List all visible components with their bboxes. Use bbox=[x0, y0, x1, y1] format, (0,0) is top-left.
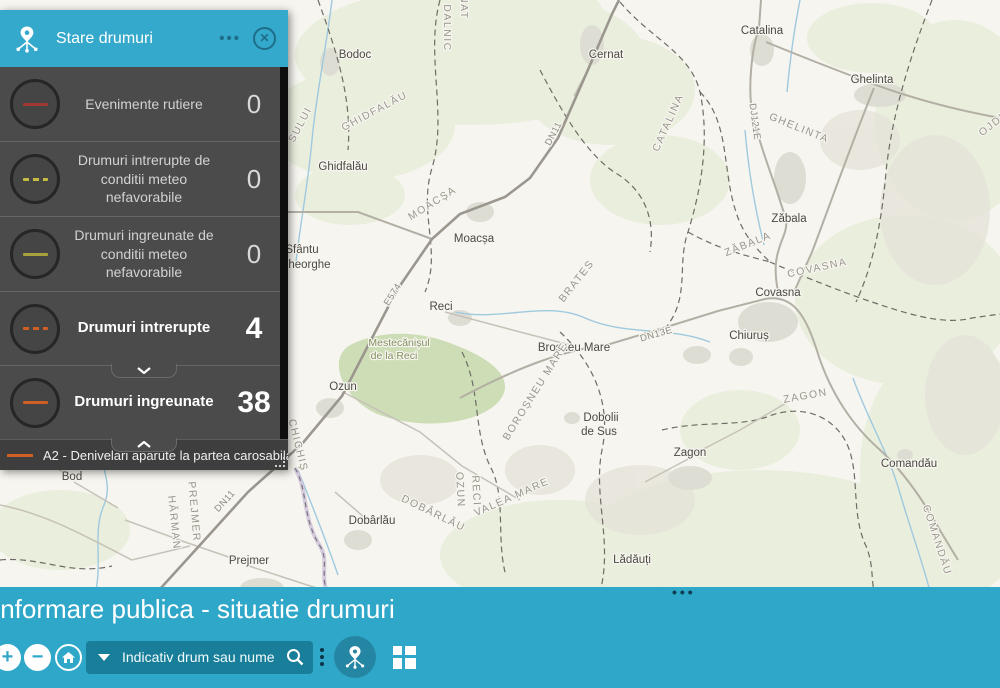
map-label: Bodoc bbox=[339, 49, 372, 61]
road-events-icon bbox=[10, 79, 60, 129]
list-item-drumuri-intrerupte[interactable]: Drumuri intrerupte 4 bbox=[0, 291, 288, 365]
app-title: Informare publica - situatie drumuri bbox=[0, 594, 395, 625]
roads-difficult-icon bbox=[10, 378, 60, 428]
map-label: Chiuruș bbox=[729, 330, 769, 342]
home-icon bbox=[61, 651, 76, 664]
item-count: 0 bbox=[228, 164, 288, 195]
road-network-pin-icon bbox=[12, 24, 42, 54]
map-toolbar: + − bbox=[0, 636, 416, 678]
map-label: CHICHIȘ bbox=[286, 418, 311, 473]
item-label: Drumuri intrerupte bbox=[60, 318, 228, 338]
item-count: 0 bbox=[228, 239, 288, 270]
chevron-down-icon bbox=[137, 367, 151, 374]
map-label: Zagon bbox=[674, 447, 707, 459]
map-label: DJ121E bbox=[746, 103, 762, 141]
panel-header: Stare drumuri ••• ✕ bbox=[0, 10, 288, 67]
item-label: Drumuri ingreunate de conditii meteo nef… bbox=[60, 226, 228, 283]
map-label: DALNIC bbox=[441, 4, 453, 52]
item-label: Evenimente rutiere bbox=[60, 95, 228, 114]
map-label: Dobolii bbox=[583, 412, 618, 424]
map-label: Dobârlău bbox=[349, 515, 396, 527]
map-label: Covasna bbox=[755, 287, 801, 299]
roads-closed-weather-icon bbox=[10, 154, 60, 204]
attribute-table-handle[interactable]: ••• bbox=[672, 588, 696, 596]
zoom-out-button[interactable]: − bbox=[24, 644, 51, 671]
ticker-line-icon bbox=[7, 454, 33, 457]
county-border bbox=[295, 468, 330, 598]
map-label: Sfântu bbox=[285, 244, 318, 256]
bottom-bar: ••• Informare publica - situatie drumuri… bbox=[0, 587, 1000, 688]
map-label: Broşneu Mare bbox=[538, 342, 610, 354]
map-label: Ghelinta bbox=[851, 74, 894, 86]
map-label: Lădăuți bbox=[613, 554, 651, 566]
map-label: Reci bbox=[429, 301, 452, 313]
legend-widget-button[interactable] bbox=[334, 636, 376, 678]
map-label: DN11 bbox=[212, 488, 237, 514]
map-label: Mestecănișul bbox=[368, 337, 429, 349]
expand-down-button[interactable] bbox=[111, 364, 177, 378]
search-dropdown-chevron-icon[interactable] bbox=[98, 654, 110, 661]
roads-difficult-weather-icon bbox=[10, 229, 60, 279]
collapse-up-button[interactable] bbox=[111, 438, 177, 452]
map-label: DN13E bbox=[639, 325, 674, 345]
map-label: Cernat bbox=[589, 49, 624, 61]
map-label: Prejmer bbox=[229, 555, 269, 567]
map-label: Comandău bbox=[881, 458, 937, 470]
map-label: CERNAT bbox=[458, 0, 470, 20]
chevron-up-icon bbox=[137, 441, 151, 448]
map-label: Moacșa bbox=[454, 233, 495, 245]
road-status-panel: Stare drumuri ••• ✕ Evenimente rutiere 0… bbox=[0, 10, 288, 470]
map-label: Ozun bbox=[329, 381, 357, 393]
list-item-drumuri-ingreunate-meteo[interactable]: Drumuri ingreunate de conditii meteo nef… bbox=[0, 216, 288, 291]
map-label: OZUN bbox=[453, 472, 467, 508]
map-label: Zăbala bbox=[771, 213, 807, 225]
map-label: de Sus bbox=[581, 426, 617, 438]
map-label: PREJMER bbox=[185, 481, 202, 543]
list-item-evenimente-rutiere[interactable]: Evenimente rutiere 0 bbox=[0, 67, 288, 141]
map-label: HĂRMAN bbox=[165, 495, 184, 551]
map-label: Ghidfalău bbox=[318, 161, 367, 173]
item-count: 0 bbox=[228, 89, 288, 120]
map-label: GHELINTA bbox=[767, 111, 831, 146]
map-label: de la Reci bbox=[371, 350, 418, 362]
list-item-drumuri-intrerupte-meteo[interactable]: Drumuri intrerupte de conditii meteo nef… bbox=[0, 141, 288, 216]
road-network-pin-icon bbox=[342, 644, 368, 670]
panel-close-button[interactable]: ✕ bbox=[253, 27, 276, 50]
map-label: ZĂBALA bbox=[722, 228, 773, 259]
roads-closed-icon bbox=[10, 304, 60, 354]
search-input[interactable] bbox=[120, 648, 277, 666]
panel-menu-button[interactable]: ••• bbox=[219, 30, 241, 47]
resize-grip-icon bbox=[274, 456, 286, 468]
map-label: RECI bbox=[469, 475, 483, 507]
panel-scrollbar[interactable] bbox=[280, 67, 288, 439]
search-icon[interactable] bbox=[285, 647, 305, 667]
item-label: Drumuri intrerupte de conditii meteo nef… bbox=[60, 151, 228, 208]
item-count: 38 bbox=[228, 386, 288, 420]
map-label: Bod bbox=[62, 471, 82, 483]
basemap-gallery-button[interactable] bbox=[393, 646, 416, 669]
map-label: Catalina bbox=[741, 25, 784, 37]
map-label: MOACȘA bbox=[406, 184, 459, 223]
map-label: ZAGON bbox=[782, 386, 828, 406]
zoom-in-button[interactable]: + bbox=[0, 644, 21, 671]
item-label: Drumuri ingreunate bbox=[60, 392, 228, 412]
panel-title: Stare drumuri bbox=[56, 30, 219, 48]
item-count: 4 bbox=[228, 312, 288, 346]
home-button[interactable] bbox=[55, 644, 82, 671]
search-more-menu[interactable] bbox=[320, 648, 324, 666]
panel-resize-handle[interactable] bbox=[274, 455, 286, 467]
map-label: BOROȘNEU MARE bbox=[500, 340, 570, 442]
map-label: E574 bbox=[382, 282, 404, 308]
search-box bbox=[86, 641, 313, 674]
map-label: BRATES bbox=[556, 258, 596, 305]
